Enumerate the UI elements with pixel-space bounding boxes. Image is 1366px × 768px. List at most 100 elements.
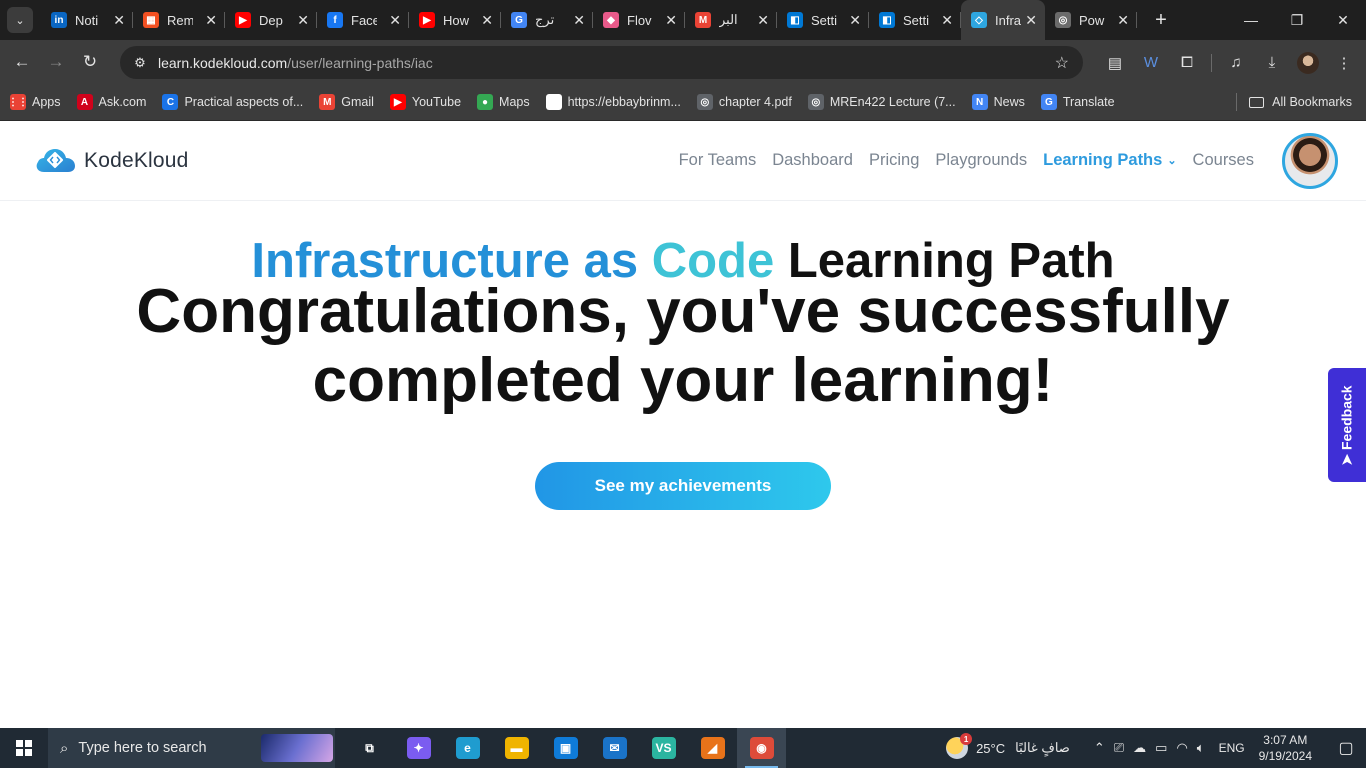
word-extension-icon[interactable]: W xyxy=(1135,47,1167,79)
browser-menu-icon[interactable]: ⋮ xyxy=(1328,47,1360,79)
browser-tab[interactable]: ◧ Setti ✕ xyxy=(777,0,869,40)
flow-icon: ◆ xyxy=(603,12,619,28)
bookmark-item[interactable]: C Practical aspects of... xyxy=(162,94,303,110)
nav-label: Pricing xyxy=(868,151,920,169)
bookmark-label: MREn422 Lecture (7... xyxy=(829,95,956,109)
close-tab-icon[interactable]: ✕ xyxy=(297,12,309,29)
bookmark-item[interactable]: https://ebbaybrinm... xyxy=(545,94,681,110)
extension-puzzle-alt-icon[interactable]: ▤ xyxy=(1099,47,1131,79)
taskbar-search-placeholder: Type here to search xyxy=(78,740,207,756)
browser-tab[interactable]: f Face ✕ xyxy=(317,0,409,40)
minimize-button[interactable]: — xyxy=(1228,0,1274,40)
close-tab-icon[interactable]: ✕ xyxy=(481,12,493,29)
url-text[interactable]: learn.kodekloud.com/user/learning-paths/… xyxy=(158,55,433,71)
browser-tab[interactable]: ◎ Pow ✕ xyxy=(1045,0,1137,40)
url-domain: learn.kodekloud.com xyxy=(158,54,288,71)
wifi-icon[interactable]: ◠ xyxy=(1176,740,1187,756)
bookmark-item[interactable]: ◎ MREn422 Lecture (7... xyxy=(807,94,956,110)
volume-icon[interactable]: 🔈︎ xyxy=(1197,740,1205,756)
show-hidden-icons-chevron-icon[interactable]: ⌃ xyxy=(1094,740,1105,756)
site-settings-icon[interactable]: ⚙ xyxy=(128,55,152,71)
address-bar[interactable]: ⚙ learn.kodekloud.com/user/learning-path… xyxy=(120,46,1083,79)
taskbar-app[interactable]: ▬ xyxy=(492,728,541,768)
see-achievements-button[interactable]: See my achievements xyxy=(535,462,831,510)
taskbar-app[interactable]: ✉ xyxy=(590,728,639,768)
close-tab-icon[interactable]: ✕ xyxy=(1117,12,1129,29)
all-bookmarks-button[interactable]: All Bookmarks xyxy=(1236,93,1352,111)
meet-now-icon[interactable]: ⎚ xyxy=(1114,740,1124,756)
onedrive-icon[interactable]: ☁ xyxy=(1133,740,1146,756)
nav-learning-paths[interactable]: Learning Paths ⌄ xyxy=(1043,151,1176,170)
browser-tab[interactable]: M البر ✕ xyxy=(685,0,777,40)
forward-button[interactable]: → xyxy=(39,45,73,79)
browser-tab[interactable]: ◧ Setti ✕ xyxy=(869,0,961,40)
nav-courses[interactable]: Courses xyxy=(1193,151,1254,170)
taskbar-app[interactable]: ✦ xyxy=(394,728,443,768)
browser-tab[interactable]: ▶ How ✕ xyxy=(409,0,501,40)
nav-for-teams[interactable]: For Teams xyxy=(679,151,757,170)
bookmark-item[interactable]: M Gmail xyxy=(319,94,374,110)
browser-tab[interactable]: ▶ Dep ✕ xyxy=(225,0,317,40)
reload-button[interactable]: ↻ xyxy=(73,45,107,79)
youtube-icon: ▶ xyxy=(389,94,406,110)
close-tab-icon[interactable]: ✕ xyxy=(665,12,677,29)
download-icon[interactable]: ⤓ xyxy=(1256,47,1288,79)
restore-button[interactable]: ❐ xyxy=(1274,0,1320,40)
battery-icon[interactable]: ▭ xyxy=(1155,740,1167,756)
bookmark-item[interactable]: ▶ YouTube xyxy=(389,94,461,110)
browser-tab[interactable]: ▦ Rem ✕ xyxy=(133,0,225,40)
close-tab-icon[interactable]: ✕ xyxy=(941,12,953,29)
bookmark-star-icon[interactable]: ☆ xyxy=(1055,53,1069,73)
tab-search-button[interactable]: ⌄ xyxy=(7,7,33,33)
bookmark-item[interactable]: ⋮⋮ Apps xyxy=(8,94,61,110)
browser-tab[interactable]: ◇ Infra ✕ xyxy=(961,0,1045,40)
kodekloud-logo[interactable]: KodeKloud xyxy=(34,146,189,176)
nav-pricing[interactable]: Pricing xyxy=(869,151,919,170)
tab-title: Rem xyxy=(167,12,193,28)
feedback-tab[interactable]: ➤ Feedback xyxy=(1328,368,1366,482)
browser-tab[interactable]: G ترج ✕ xyxy=(501,0,593,40)
bookmark-item[interactable]: G Translate xyxy=(1040,94,1115,110)
profile-avatar[interactable] xyxy=(1292,47,1324,79)
close-tab-icon[interactable]: ✕ xyxy=(573,12,585,29)
browser-tab[interactable]: in Noti ✕ xyxy=(41,0,133,40)
taskbar-search-box[interactable]: ⌕ Type here to search xyxy=(48,728,335,768)
start-button[interactable] xyxy=(0,728,48,768)
temperature: 25°C xyxy=(976,740,1006,756)
extensions-puzzle-icon[interactable]: ⧠ xyxy=(1171,47,1203,79)
nav-playgrounds[interactable]: Playgrounds xyxy=(935,151,1027,170)
bookmark-item[interactable]: N News xyxy=(971,94,1025,110)
close-tab-icon[interactable]: ✕ xyxy=(849,12,861,29)
tab-title: Face xyxy=(351,12,377,28)
browser-toolbar: ← → ↻ ⚙ learn.kodekloud.com/user/learnin… xyxy=(0,40,1366,84)
taskbar-app[interactable]: VS xyxy=(639,728,688,768)
back-button[interactable]: ← xyxy=(5,45,39,79)
bookmark-item[interactable]: A Ask.com xyxy=(76,94,146,110)
new-tab-button[interactable]: + xyxy=(1147,6,1175,34)
nav-dashboard[interactable]: Dashboard xyxy=(772,151,853,170)
file-explorer-icon: ▬ xyxy=(504,737,529,759)
taskbar-app[interactable]: ◉ xyxy=(737,728,786,768)
close-tab-icon[interactable]: ✕ xyxy=(205,12,217,29)
c-icon: C xyxy=(162,94,179,110)
weather-widget[interactable]: 1 25°C صافٍ غالبًا xyxy=(946,733,1070,759)
input-language[interactable]: ENG xyxy=(1219,741,1245,755)
bookmark-item[interactable]: ● Maps xyxy=(477,94,530,110)
close-tab-icon[interactable]: ✕ xyxy=(757,12,769,29)
user-avatar[interactable] xyxy=(1282,132,1338,189)
bookmark-item[interactable]: ◎ chapter 4.pdf xyxy=(696,94,792,110)
notification-icon[interactable]: ▢ xyxy=(1326,738,1366,758)
close-window-button[interactable]: ✕ xyxy=(1320,0,1366,40)
close-tab-icon[interactable]: ✕ xyxy=(113,12,125,29)
nav-label: For Teams xyxy=(678,151,757,169)
taskbar-app[interactable]: e xyxy=(443,728,492,768)
browser-tab[interactable]: ◆ Flov ✕ xyxy=(593,0,685,40)
close-tab-icon[interactable]: ✕ xyxy=(1025,12,1037,29)
taskbar-app[interactable]: ⧉ xyxy=(345,728,394,768)
taskbar-app[interactable]: ◢ xyxy=(688,728,737,768)
search-icon: ⌕ xyxy=(60,739,69,757)
taskbar-app[interactable]: ▣ xyxy=(541,728,590,768)
media-control-icon[interactable]: ♫ xyxy=(1220,47,1252,79)
clock[interactable]: 3:07 AM 9/19/2024 xyxy=(1259,732,1312,764)
close-tab-icon[interactable]: ✕ xyxy=(389,12,401,29)
